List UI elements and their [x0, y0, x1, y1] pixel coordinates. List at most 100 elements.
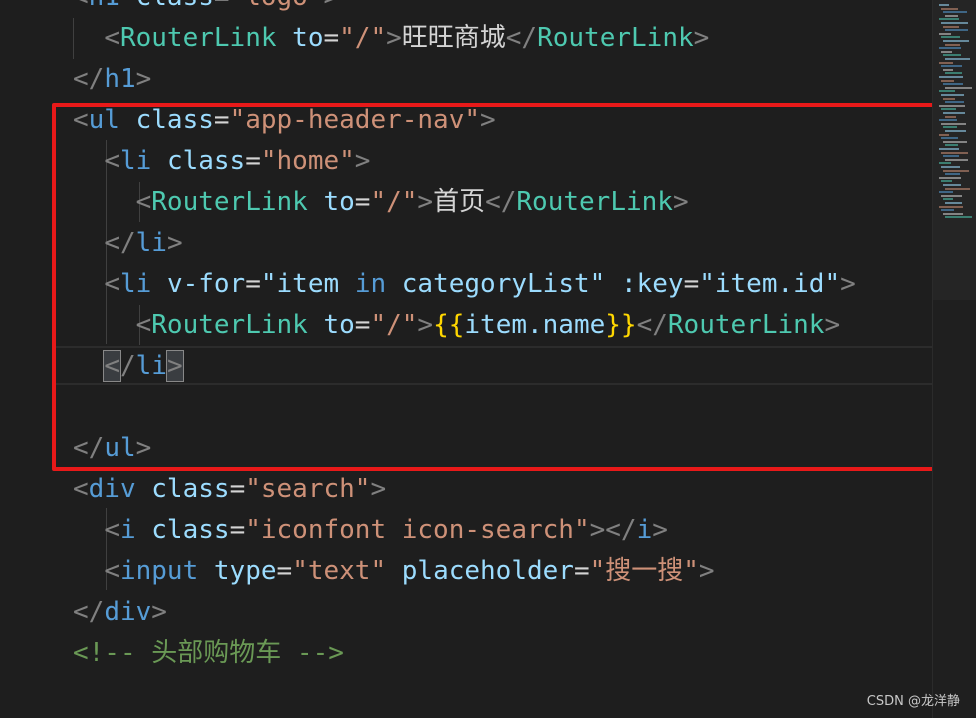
code-token: type: [213, 556, 277, 586]
minimap-line: [945, 173, 960, 176]
minimap-line: [943, 54, 961, 57]
minimap-line: [945, 115, 956, 118]
code-token: h1: [104, 64, 136, 94]
minimap-line: [939, 47, 961, 50]
minimap-line: [943, 126, 957, 129]
code-line[interactable]: </h1>: [73, 59, 151, 100]
minimap-line: [943, 40, 969, 42]
minimap-line: [939, 90, 955, 93]
minimap-line: [939, 148, 959, 150]
minimap-line: [945, 29, 968, 32]
minimap-line: [943, 83, 963, 86]
minimap-line: [939, 162, 951, 165]
code-line[interactable]: <i class="iconfont icon-search"></i>: [73, 510, 668, 551]
code-token: RouterLink: [537, 23, 694, 53]
code-token: >: [698, 556, 715, 586]
minimap-line: [939, 133, 949, 136]
minimap-line: [941, 79, 954, 82]
code-token: =: [229, 515, 246, 545]
minimap-line: [945, 43, 960, 46]
minimap-line: [939, 76, 963, 78]
minimap-line: [939, 191, 953, 194]
code-token: to: [292, 23, 324, 53]
code-token: "logo": [230, 0, 324, 12]
code-token: <: [73, 474, 89, 504]
minimap-line: [939, 205, 963, 208]
minimap-line: [941, 36, 960, 39]
code-token: =: [573, 556, 590, 586]
minimap-line: [943, 212, 963, 215]
minimap-line: [939, 32, 951, 35]
code-token: </: [73, 597, 105, 627]
code-token: >: [386, 23, 402, 53]
minimap-line: [943, 11, 967, 14]
minimap-line: [941, 94, 964, 96]
minimap-line: [941, 180, 952, 183]
code-token: placeholder: [401, 556, 574, 586]
minimap-line: [943, 198, 953, 201]
code-line[interactable]: <div class="search">: [73, 469, 386, 510]
minimap-line: [943, 140, 967, 143]
code-token: <: [73, 0, 89, 12]
code-token: 旺旺商城: [401, 23, 506, 53]
minimap-line: [945, 101, 964, 104]
code-token: >: [370, 474, 387, 504]
code-line[interactable]: <RouterLink to="/">旺旺商城</RouterLink>: [73, 18, 709, 59]
code-token: <!-- 头部购物车 -->: [73, 638, 344, 668]
minimap-line: [943, 184, 961, 186]
code-editor[interactable]: <h1 class="logo"> <RouterLink to="/">旺旺商…: [0, 0, 932, 718]
minimap-line: [941, 122, 966, 125]
code-token: input: [119, 556, 199, 586]
minimap-line: [939, 176, 961, 179]
minimap-line: [945, 130, 966, 132]
minimap-line: [945, 72, 962, 75]
minimap-line: [945, 14, 958, 17]
code-token: div: [88, 474, 136, 504]
code-token: i: [636, 515, 653, 545]
minimap[interactable]: [932, 0, 976, 718]
code-token: <: [104, 515, 120, 545]
minimap-line: [939, 4, 949, 6]
minimap-line: [939, 104, 965, 107]
minimap-line: [945, 202, 962, 204]
code-token: >: [323, 0, 339, 12]
minimap-line: [945, 216, 972, 219]
code-token: "/": [339, 23, 387, 53]
minimap-line: [939, 61, 953, 64]
code-token: >: [693, 23, 710, 53]
code-token: h1: [89, 0, 120, 12]
code-token: >: [135, 64, 152, 94]
watermark: CSDN @龙洋静: [866, 694, 960, 709]
minimap-line: [941, 50, 952, 53]
minimap-line: [943, 169, 969, 172]
code-token: "text": [292, 556, 387, 586]
minimap-line: [945, 58, 970, 60]
minimap-line: [945, 158, 968, 161]
code-token: ></: [589, 515, 637, 545]
code-token: <: [104, 23, 120, 53]
minimap-line: [941, 166, 960, 168]
code-token: </: [73, 64, 105, 94]
minimap-line: [941, 7, 958, 10]
code-token: "search": [245, 474, 371, 504]
minimap-line: [941, 194, 962, 197]
code-line[interactable]: <h1 class="logo">: [73, 0, 339, 18]
code-line[interactable]: </div>: [73, 592, 167, 633]
code-line[interactable]: <!-- 头部购物车 -->: [73, 633, 344, 674]
code-token: >: [652, 515, 668, 545]
minimap-line: [945, 144, 958, 147]
code-token: =: [276, 556, 293, 586]
minimap-line: [939, 18, 959, 21]
code-token: "搜一搜": [589, 556, 699, 586]
code-line[interactable]: <input type="text" placeholder="搜一搜">: [73, 551, 715, 592]
red-highlight-box: [52, 103, 932, 471]
minimap-line: [941, 22, 968, 24]
minimap-line: [943, 25, 959, 28]
code-token: <: [104, 556, 120, 586]
